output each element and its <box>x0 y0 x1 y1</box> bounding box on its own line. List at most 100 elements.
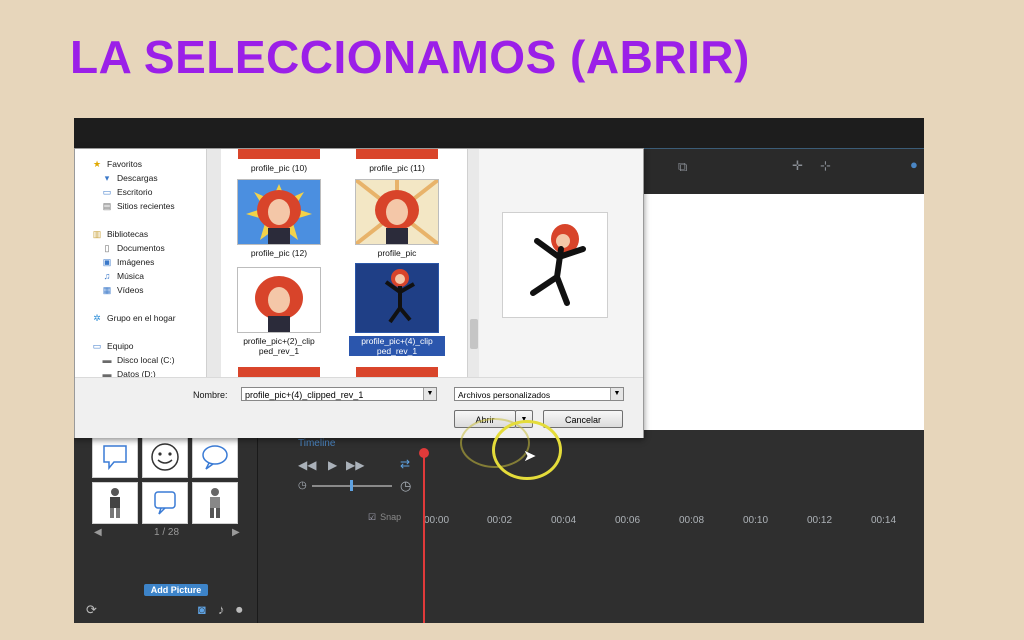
file-list-pane: profile_pic (10) profile_pic (11) profil… <box>221 149 479 377</box>
slide-title: LA SELECCIONAMOS (ABRIR) <box>70 31 750 83</box>
nav-item-favoritos[interactable]: ★ Favoritos <box>91 159 142 170</box>
nav-item-escritorio[interactable]: ▭ Escritorio <box>101 187 153 198</box>
mouse-cursor-icon: ➤ <box>523 448 537 465</box>
drive-icon: ▬ <box>102 355 112 365</box>
loop-icon[interactable]: ⇄ <box>400 457 410 471</box>
file-item[interactable]: profile_pic <box>349 179 445 258</box>
play-icon[interactable]: ▶ <box>328 458 337 472</box>
filename-value: profile_pic+(4)_clipped_rev_1 <box>245 390 364 400</box>
music-icon: ♫ <box>103 271 111 281</box>
snap-label: Snap <box>380 512 402 522</box>
nav-item-grupo-en-el-hogar[interactable]: ✲ Grupo en el hogar <box>91 313 175 324</box>
preview-pane <box>479 149 643 377</box>
arrow-right-icon[interactable]: ▶ <box>232 527 240 538</box>
time-tick: 00:00 <box>424 515 450 526</box>
file-item[interactable]: profile_pic (12) <box>231 179 327 258</box>
pictures-icon: ▣ <box>102 257 112 267</box>
timeline-label: Timeline <box>298 438 336 449</box>
file-thumbnail <box>237 267 321 333</box>
time-tick: 00:10 <box>743 515 769 526</box>
star-icon: ★ <box>92 159 102 169</box>
recent-places-icon: ▤ <box>102 201 112 211</box>
editor-toolbar: ⧉ ✛ ⊹ ● <box>642 148 924 193</box>
move-icon[interactable]: ✛ <box>792 158 803 174</box>
time-tick: 00:06 <box>615 515 641 526</box>
filename-input[interactable]: profile_pic+(4)_clipped_rev_1 ▼ <box>241 387 437 401</box>
add-picture-button[interactable]: Add Picture <box>144 584 208 596</box>
nav-item-musica[interactable]: ♫ Música <box>101 271 144 281</box>
asset-person-2[interactable] <box>192 482 238 524</box>
thought-bubble-icon <box>202 445 228 470</box>
align-icon[interactable]: ⊹ <box>820 158 831 174</box>
asset-callout[interactable] <box>142 482 188 524</box>
app-top-strip <box>74 118 924 148</box>
nav-item-descargas[interactable]: ▾ Descargas <box>101 173 158 184</box>
chevron-down-icon[interactable]: ▼ <box>610 388 623 400</box>
arrow-left-icon[interactable]: ◀ <box>94 527 102 538</box>
time-tick: 00:14 <box>871 515 897 526</box>
asset-person-1[interactable] <box>92 482 138 524</box>
callout-icon <box>154 491 176 515</box>
avatar-icon <box>384 269 415 324</box>
computer-icon: ▭ <box>92 341 102 351</box>
download-folder-icon: ▾ <box>104 173 110 183</box>
panel-bottom-toolbar: ⟳ ◙ ♪ ⏺ <box>74 598 257 623</box>
file-item[interactable]: profile_pic+(2)_clip ped_rev_1 <box>231 267 327 356</box>
layers-icon[interactable]: ⧉ <box>678 159 687 175</box>
nav-item-sitios-recientes[interactable]: ▤ Sitios recientes <box>101 201 175 212</box>
partial-thumbnail <box>356 367 438 377</box>
settings-icon[interactable]: ● <box>910 157 918 172</box>
filename-label: Nombre: <box>193 390 228 400</box>
nav-scrollbar[interactable] <box>206 149 221 377</box>
nav-item-equipo[interactable]: ▭ Equipo <box>91 341 134 352</box>
canvas-area[interactable] <box>642 194 924 430</box>
time-tick: 00:02 <box>487 515 513 526</box>
asset-thought-bubble[interactable] <box>192 436 238 478</box>
file-thumbnail <box>355 179 439 245</box>
cancel-button-label: Cancelar <box>564 415 602 425</box>
speaker-icon[interactable]: ♪ <box>218 602 225 617</box>
file-name: profile_pic (12) <box>250 248 308 258</box>
libraries-icon: ▥ <box>92 229 102 239</box>
nav-item-disco-local[interactable]: ▬ Disco local (C:) <box>101 355 175 365</box>
navigation-pane: ★ Favoritos ▾ Descargas ▭ Escritorio ▤ Sitio… <box>75 149 221 379</box>
cancel-button[interactable]: Cancelar <box>543 410 623 428</box>
nav-item-videos[interactable]: ▦ Vídeos <box>101 285 144 296</box>
screenshot: ⧉ ✛ ⊹ ● ◀ 1 / 28 ▶ Add Picture ⟳ ◙ ♪ ⏺ T… <box>74 118 924 623</box>
asset-speech-bubble[interactable] <box>92 436 138 478</box>
file-item[interactable]: profile_pic (10) <box>231 163 327 173</box>
checkbox-icon: ☑ <box>368 512 377 522</box>
file-name-line2: ped_rev_1 <box>258 346 300 356</box>
file-name: profile_pic (11) <box>369 163 425 173</box>
open-file-dialog: ★ Favoritos ▾ Descargas ▭ Escritorio ▤ Sitio… <box>74 148 644 438</box>
file-item-selected[interactable]: profile_pic+(4)_clip ped_rev_1 <box>349 263 445 356</box>
smiley-icon <box>151 443 179 471</box>
scrollbar-thumb[interactable] <box>470 319 478 349</box>
person-icon <box>210 488 220 518</box>
file-item[interactable]: profile_pic (11) <box>349 163 445 173</box>
homegroup-icon: ✲ <box>93 313 101 323</box>
nav-item-documentos[interactable]: ▯ Documentos <box>101 243 165 254</box>
refresh-icon[interactable]: ⟳ <box>86 602 97 618</box>
avatar-icon <box>246 184 312 244</box>
documents-icon: ▯ <box>104 243 110 253</box>
camera-icon[interactable]: ◙ <box>198 602 206 617</box>
avatar-icon <box>255 276 303 332</box>
file-name-line1: profile_pic+(2)_clip <box>243 336 315 346</box>
asset-smiley[interactable] <box>142 436 188 478</box>
rewind-icon[interactable]: ◀◀ <box>298 458 316 472</box>
file-type-select[interactable]: Archivos personalizados ▼ <box>454 387 624 401</box>
microphone-icon[interactable]: ⏺ <box>236 602 243 618</box>
avatar-icon <box>530 224 586 306</box>
file-name-line2: ped_rev_1 <box>349 346 445 356</box>
partial-thumbnail <box>238 367 320 377</box>
person-icon <box>110 488 120 518</box>
file-thumbnail <box>355 263 439 333</box>
snap-toggle[interactable]: ☑ Snap <box>368 512 401 523</box>
nav-item-bibliotecas[interactable]: ▥ Bibliotecas <box>91 229 148 240</box>
chevron-down-icon[interactable]: ▼ <box>423 388 436 400</box>
zoom-slider-handle[interactable] <box>350 480 353 491</box>
fast-forward-icon[interactable]: ▶▶ <box>346 458 364 472</box>
nav-item-imagenes[interactable]: ▣ Imágenes <box>101 257 155 268</box>
file-name: profile_pic (10) <box>250 163 308 173</box>
